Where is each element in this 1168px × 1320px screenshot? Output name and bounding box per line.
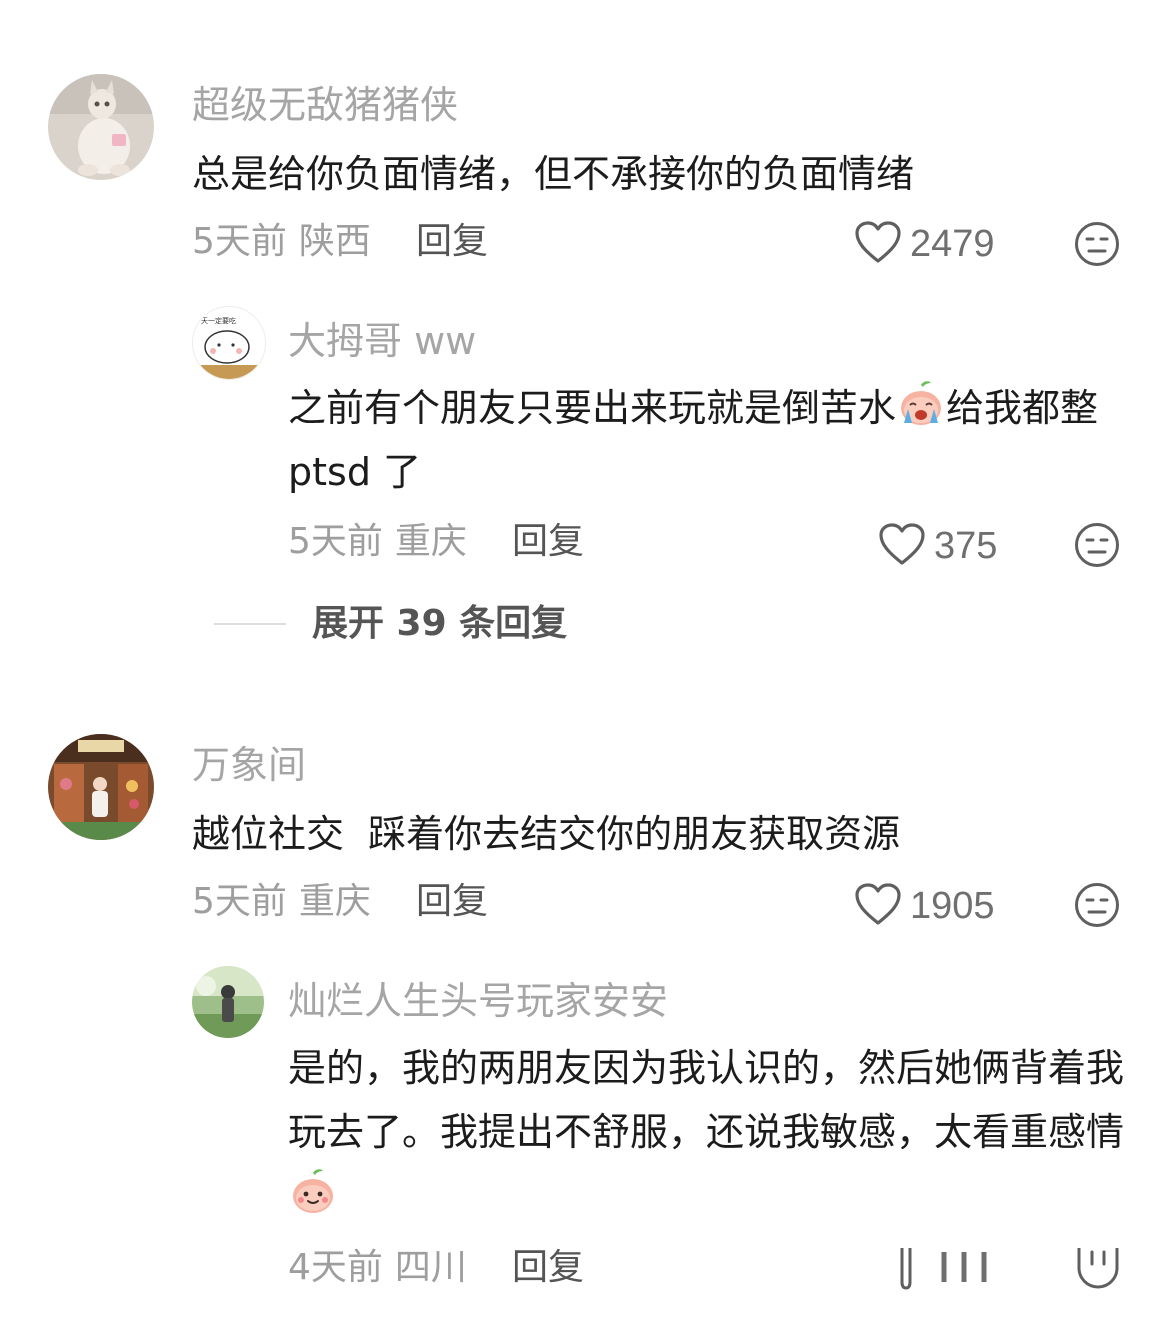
expand-replies-button[interactable]: 展开 39 条回复 (312, 606, 567, 642)
reply-button[interactable]: 回复 (416, 224, 488, 260)
heart-outline-icon (878, 522, 926, 570)
avatar[interactable] (48, 734, 154, 840)
reply-button[interactable]: 回复 (416, 884, 488, 920)
username[interactable]: 灿烂人生头号玩家安安 (288, 982, 668, 1020)
location: 重庆 (298, 881, 371, 922)
svg-text:天一定要吃: 天一定要吃 (201, 316, 236, 325)
like-button[interactable]: 1905 (854, 882, 995, 930)
username[interactable]: 大拇哥 ww (288, 322, 476, 360)
reply-button[interactable]: 回复 (512, 524, 584, 560)
timestamp: 5天前 (288, 521, 383, 562)
like-count: 2479 (910, 222, 995, 265)
comment-text: 总是给你负面情绪，但不承接你的负面情绪 (192, 152, 915, 196)
like-count: 375 (934, 524, 998, 567)
reply-text: 是的，我的两朋友因为我认识的，然后她俩背着我玩去了。我提出不舒服，还说我敏感，太… (288, 1036, 1124, 1228)
avatar[interactable] (48, 74, 154, 180)
crying-peach-emoji-icon (896, 379, 946, 429)
dislike-button-partial[interactable] (1076, 1248, 1120, 1292)
reply-meta: 4天前 四川 (288, 1250, 467, 1286)
reply-button[interactable]: 回复 (512, 1250, 584, 1286)
comment-meta: 5天前 重庆 (192, 884, 371, 920)
username[interactable]: 万象间 (192, 746, 306, 784)
divider (214, 623, 286, 625)
timestamp: 5天前 (192, 881, 287, 922)
location: 重庆 (394, 521, 467, 562)
heart-outline-icon (854, 220, 902, 268)
dislike-button[interactable] (1074, 221, 1120, 267)
username[interactable]: 超级无敌猪猪侠 (192, 86, 458, 124)
like-button[interactable]: 2479 (854, 220, 995, 268)
neutral-face-icon (1074, 883, 1120, 932)
like-button[interactable]: 375 (878, 522, 997, 570)
timestamp: 5天前 (192, 221, 287, 262)
heart-outline-icon (854, 882, 902, 930)
like-button-partial[interactable] (888, 1248, 1008, 1292)
comment-text: 越位社交 踩着你去结交你的朋友获取资源 (192, 812, 901, 856)
like-count: 1905 (910, 884, 995, 927)
reply-text-part: 之前有个朋友只要出来玩就是倒苦水 (288, 386, 897, 430)
location: 四川 (394, 1247, 467, 1288)
reply-text: 之前有个朋友只要出来玩就是倒苦水 给我都整 ptsd 了 (288, 376, 1128, 504)
timestamp: 4天前 (288, 1247, 383, 1288)
dislike-button[interactable] (1074, 882, 1120, 928)
avatar[interactable]: 天一定要吃 (192, 306, 266, 380)
reply-meta: 5天前 重庆 (288, 524, 467, 560)
avatar[interactable] (192, 966, 264, 1038)
reply-text-part: 是的，我的两朋友因为我认识的，然后她俩背着我玩去了。我提出不舒服，还说我敏感，太… (288, 1046, 1125, 1154)
comment-meta: 5天前 陕西 (192, 224, 371, 260)
dislike-button[interactable] (1074, 522, 1120, 568)
neutral-face-icon (1074, 523, 1120, 572)
location: 陕西 (298, 221, 371, 262)
neutral-face-icon (1074, 222, 1120, 271)
smiling-peach-emoji-icon (288, 1167, 338, 1217)
